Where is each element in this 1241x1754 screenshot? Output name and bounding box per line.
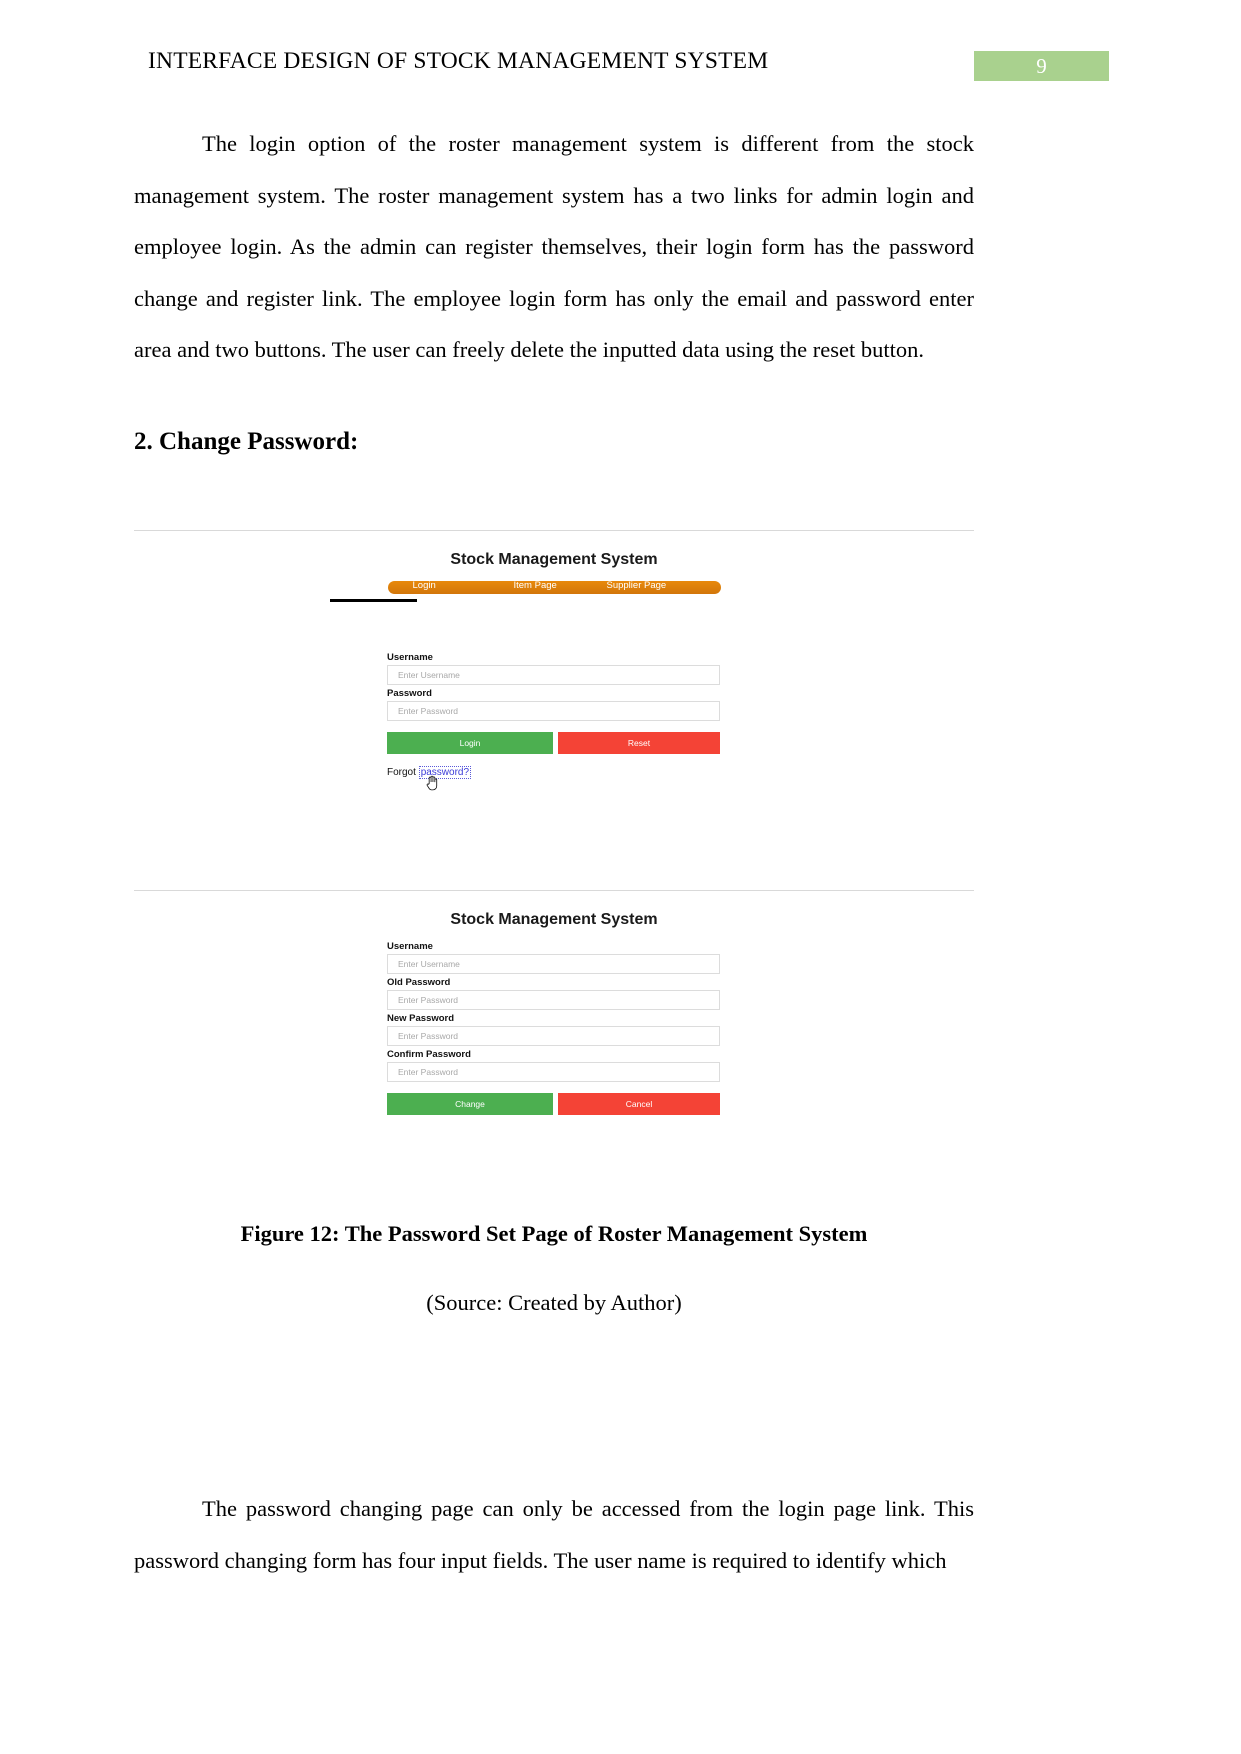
cp-new-password-placeholder: Enter Password: [398, 1031, 458, 1041]
nav-item-supplier-page[interactable]: Supplier Page: [607, 580, 667, 591]
change-password-button-row: Change Cancel: [387, 1093, 720, 1115]
login-password-input[interactable]: Enter Password: [387, 701, 720, 721]
login-button[interactable]: Login: [387, 732, 553, 754]
paragraph-password-change: The password changing page can only be a…: [134, 1496, 974, 1573]
change-password-form: Username Enter Username Old Password Ent…: [387, 938, 720, 1115]
change-button[interactable]: Change: [387, 1093, 553, 1115]
hand-cursor-icon: [426, 775, 438, 791]
cancel-button[interactable]: Cancel: [558, 1093, 720, 1115]
reset-button[interactable]: Reset: [558, 732, 720, 754]
cp-old-password-label: Old Password: [387, 977, 451, 988]
document-body: The login option of the roster managemen…: [134, 118, 974, 456]
figure-source: (Source: Created by Author): [426, 1290, 682, 1315]
cp-new-password-input[interactable]: Enter Password: [387, 1026, 720, 1046]
login-app-title: Stock Management System: [450, 551, 658, 568]
nav-active-underline: [330, 599, 417, 602]
page-header: INTERFACE DESIGN OF STOCK MANAGEMENT SYS…: [0, 48, 1241, 88]
figure-12: Stock Management System Login Item Page …: [134, 530, 974, 1316]
page-number-badge: 9: [974, 51, 1109, 81]
login-navbar: Login Item Page Supplier Page: [387, 580, 721, 594]
cp-username-placeholder: Enter Username: [398, 959, 460, 969]
embedded-screenshot-login: Stock Management System Login Item Page …: [134, 530, 974, 890]
page-title: 2. Change Password:: [134, 427, 359, 455]
figure-caption: Figure 12: The Password Set Page of Rost…: [240, 1221, 868, 1246]
cp-new-password-label: New Password: [387, 1013, 455, 1024]
cp-username-label: Username: [387, 941, 433, 952]
login-password-label: Password: [387, 688, 432, 699]
document-running-header: INTERFACE DESIGN OF STOCK MANAGEMENT SYS…: [148, 48, 769, 74]
nav-item-item-page[interactable]: Item Page: [514, 580, 557, 591]
cp-username-input[interactable]: Enter Username: [387, 954, 720, 974]
nav-item-login[interactable]: Login: [413, 580, 436, 591]
cp-old-password-placeholder: Enter Password: [398, 995, 458, 1005]
paragraph-intro: The login option of the roster managemen…: [134, 131, 974, 362]
document-body-continued: The password changing page can only be a…: [134, 1483, 974, 1586]
cp-old-password-input[interactable]: Enter Password: [387, 990, 720, 1010]
forgot-password-row: Forgot password?: [387, 766, 472, 791]
embedded-screenshot-change-password: Stock Management System Username Enter U…: [134, 890, 974, 1175]
cp-confirm-password-placeholder: Enter Password: [398, 1067, 458, 1077]
login-button-row: Login Reset: [387, 732, 720, 754]
login-username-label: Username: [387, 652, 433, 663]
cp-confirm-password-input[interactable]: Enter Password: [387, 1062, 720, 1082]
login-username-placeholder: Enter Username: [398, 670, 460, 680]
change-password-app-title: Stock Management System: [450, 911, 658, 928]
login-form: Username Enter Username Password Enter P…: [387, 649, 720, 791]
login-username-input[interactable]: Enter Username: [387, 665, 720, 685]
cp-confirm-password-label: Confirm Password: [387, 1049, 471, 1060]
login-password-placeholder: Enter Password: [398, 706, 458, 716]
forgot-password-prefix: Forgot: [387, 767, 419, 778]
